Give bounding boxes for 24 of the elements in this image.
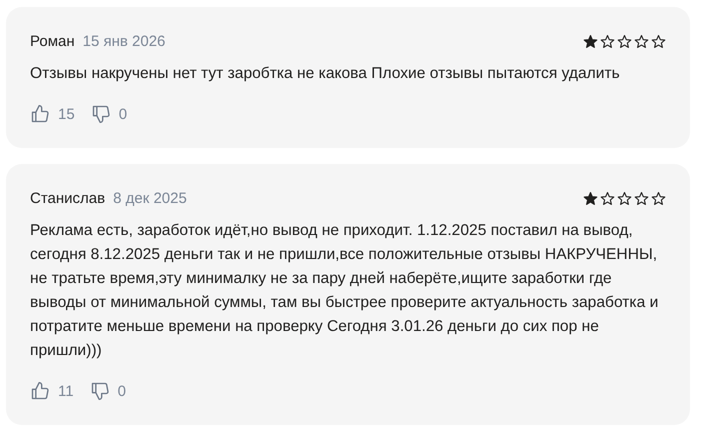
like-button[interactable]: 15 <box>30 104 75 124</box>
empty-star-icon <box>617 191 632 206</box>
empty-star-icon <box>600 34 615 49</box>
dislike-button[interactable]: 0 <box>90 381 126 401</box>
dislike-button[interactable]: 0 <box>90 104 128 124</box>
filled-star-icon <box>583 34 598 49</box>
empty-star-icon <box>617 34 632 49</box>
author-name: Роман <box>30 33 75 50</box>
empty-star-icon <box>634 34 649 49</box>
review-text: Реклама есть, заработок идёт,но вывод не приходит. 1.12.2025 поставил на вывод, сегодня 8.12.2025 деньги так и не пришли,все положительные отзывы НАКРУЧЕННЫ, не тратьте время,эту минималку не за пару дней наберёте,ищите заработки где выводы от минимальной суммы, там вы быстрее проверите актуальность заработка и потратите меньше времени на проверку Сегодня 3.01.26 деньги до сих пор не пришли))) <box>30 221 660 361</box>
thumbs-up-icon <box>30 104 50 124</box>
thumbs-down-icon <box>90 381 110 401</box>
thumbs-down-icon <box>90 104 111 124</box>
empty-star-icon <box>634 191 649 206</box>
empty-star-icon <box>600 191 615 206</box>
author-name: Станислав <box>30 190 106 207</box>
review-date: 8 дек 2025 <box>113 190 187 207</box>
like-button[interactable]: 11 <box>30 381 74 401</box>
review-text: Отзывы накручены нет тут заробтка не какова Плохие отзывы пытаются удалить <box>30 64 621 84</box>
thumbs-up-icon <box>30 381 50 401</box>
filled-star-icon <box>583 191 598 206</box>
empty-star-icon <box>651 34 666 49</box>
review-date: 15 янв 2026 <box>82 33 166 50</box>
empty-star-icon <box>651 191 666 206</box>
